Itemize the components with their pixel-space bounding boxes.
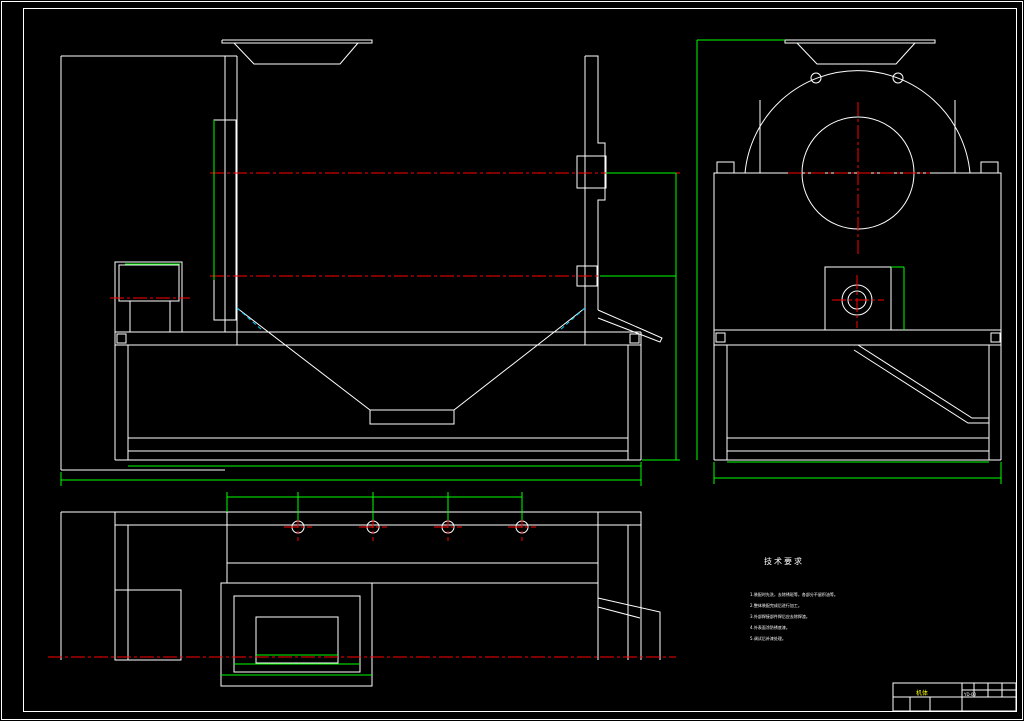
note-item: 3.外部焊接部件焊后应去除焊渣。 bbox=[750, 614, 810, 619]
note-item: 2.整体装配完成后进行加工。 bbox=[750, 603, 802, 608]
part-name: 机体 bbox=[916, 690, 929, 697]
technical-requirements: 技术要求 1.装配时先洗，去除锈斑等，各部分不留积油等。 2.整体装配完成后进行… bbox=[750, 556, 890, 644]
drawing-code: YD-00 bbox=[964, 692, 977, 697]
title-block: 机体 YD-00 bbox=[894, 684, 1016, 712]
note-item: 1.装配时先洗，去除锈斑等，各部分不留积油等。 bbox=[750, 592, 838, 597]
note-item: 5.调试后补漆处理。 bbox=[750, 636, 786, 641]
notes-title: 技术要求 bbox=[764, 557, 804, 566]
note-item: 4.外表面涂防锈底漆。 bbox=[750, 625, 790, 630]
